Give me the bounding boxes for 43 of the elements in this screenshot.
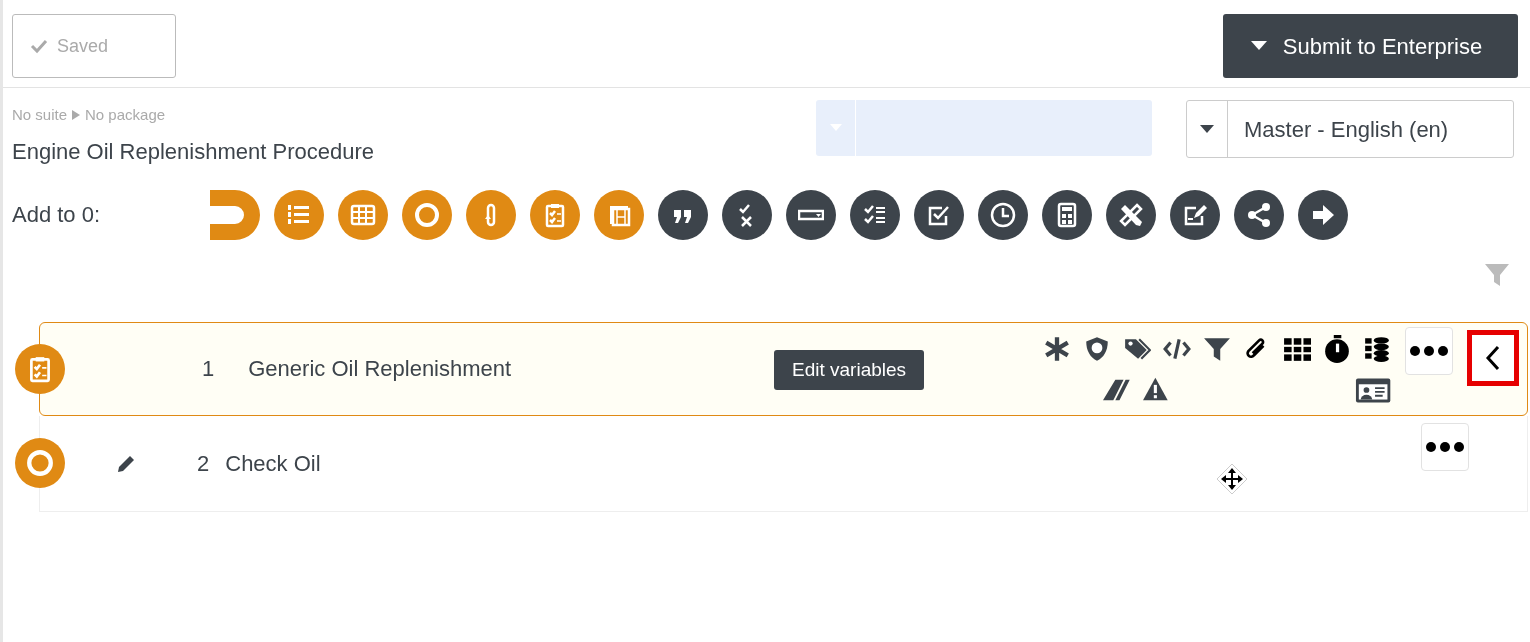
caret-icon (1200, 124, 1214, 134)
language-select[interactable]: Master - English (en) (1186, 100, 1514, 158)
more-button[interactable] (1405, 326, 1453, 375)
check-cross-icon[interactable] (722, 189, 772, 240)
breadcrumb-arrow-icon (71, 109, 82, 122)
step-number: 2 (197, 449, 210, 478)
clipboard-checklist-step-icon (15, 343, 65, 394)
database-grid-icon (1363, 334, 1391, 363)
caret-icon (1250, 41, 1267, 51)
more-icon (1425, 440, 1465, 453)
quote-icon[interactable] (658, 189, 708, 240)
shield-icon (1083, 334, 1111, 363)
table-icon[interactable] (338, 189, 388, 240)
film-icon[interactable] (594, 189, 644, 240)
signature-icon[interactable] (1170, 189, 1220, 240)
tooltip: Edit variables (774, 349, 925, 390)
collapse-button[interactable] (1467, 329, 1519, 386)
calculator-icon[interactable] (1042, 189, 1092, 240)
step-title: Generic Oil Replenishment (248, 355, 512, 383)
move-cursor-icon (1215, 462, 1249, 496)
procedure-title: Engine Oil Replenishment Procedure (12, 137, 375, 166)
partial-step-icon[interactable] (210, 189, 260, 240)
palette-label: Add to 0: (12, 201, 102, 229)
step-number: 1 (202, 355, 215, 383)
asterisk-icon (1043, 334, 1071, 363)
checkbox-icon[interactable] (914, 189, 964, 240)
submit-button[interactable]: Submit to Enterprise (1223, 14, 1518, 78)
checklist-icon[interactable] (850, 189, 900, 240)
clipboard-checklist-icon[interactable] (530, 189, 580, 240)
dropdown-field-icon[interactable] (786, 189, 836, 240)
chevron-left-icon (1485, 344, 1501, 371)
more-button[interactable] (1421, 422, 1469, 471)
clock-icon[interactable] (978, 189, 1028, 240)
ring-step-icon (15, 437, 65, 488)
ring-icon[interactable] (402, 189, 452, 240)
more-icon (1409, 344, 1449, 357)
pencil-icon (116, 453, 136, 474)
share-nodes-icon[interactable] (1234, 189, 1284, 240)
numbered-list-icon[interactable] (274, 189, 324, 240)
step-title: Check Oil (225, 449, 321, 478)
pencil-ruler-icon[interactable] (1106, 189, 1156, 240)
stopwatch-icon (1323, 334, 1351, 363)
filter-icon (1484, 261, 1510, 288)
